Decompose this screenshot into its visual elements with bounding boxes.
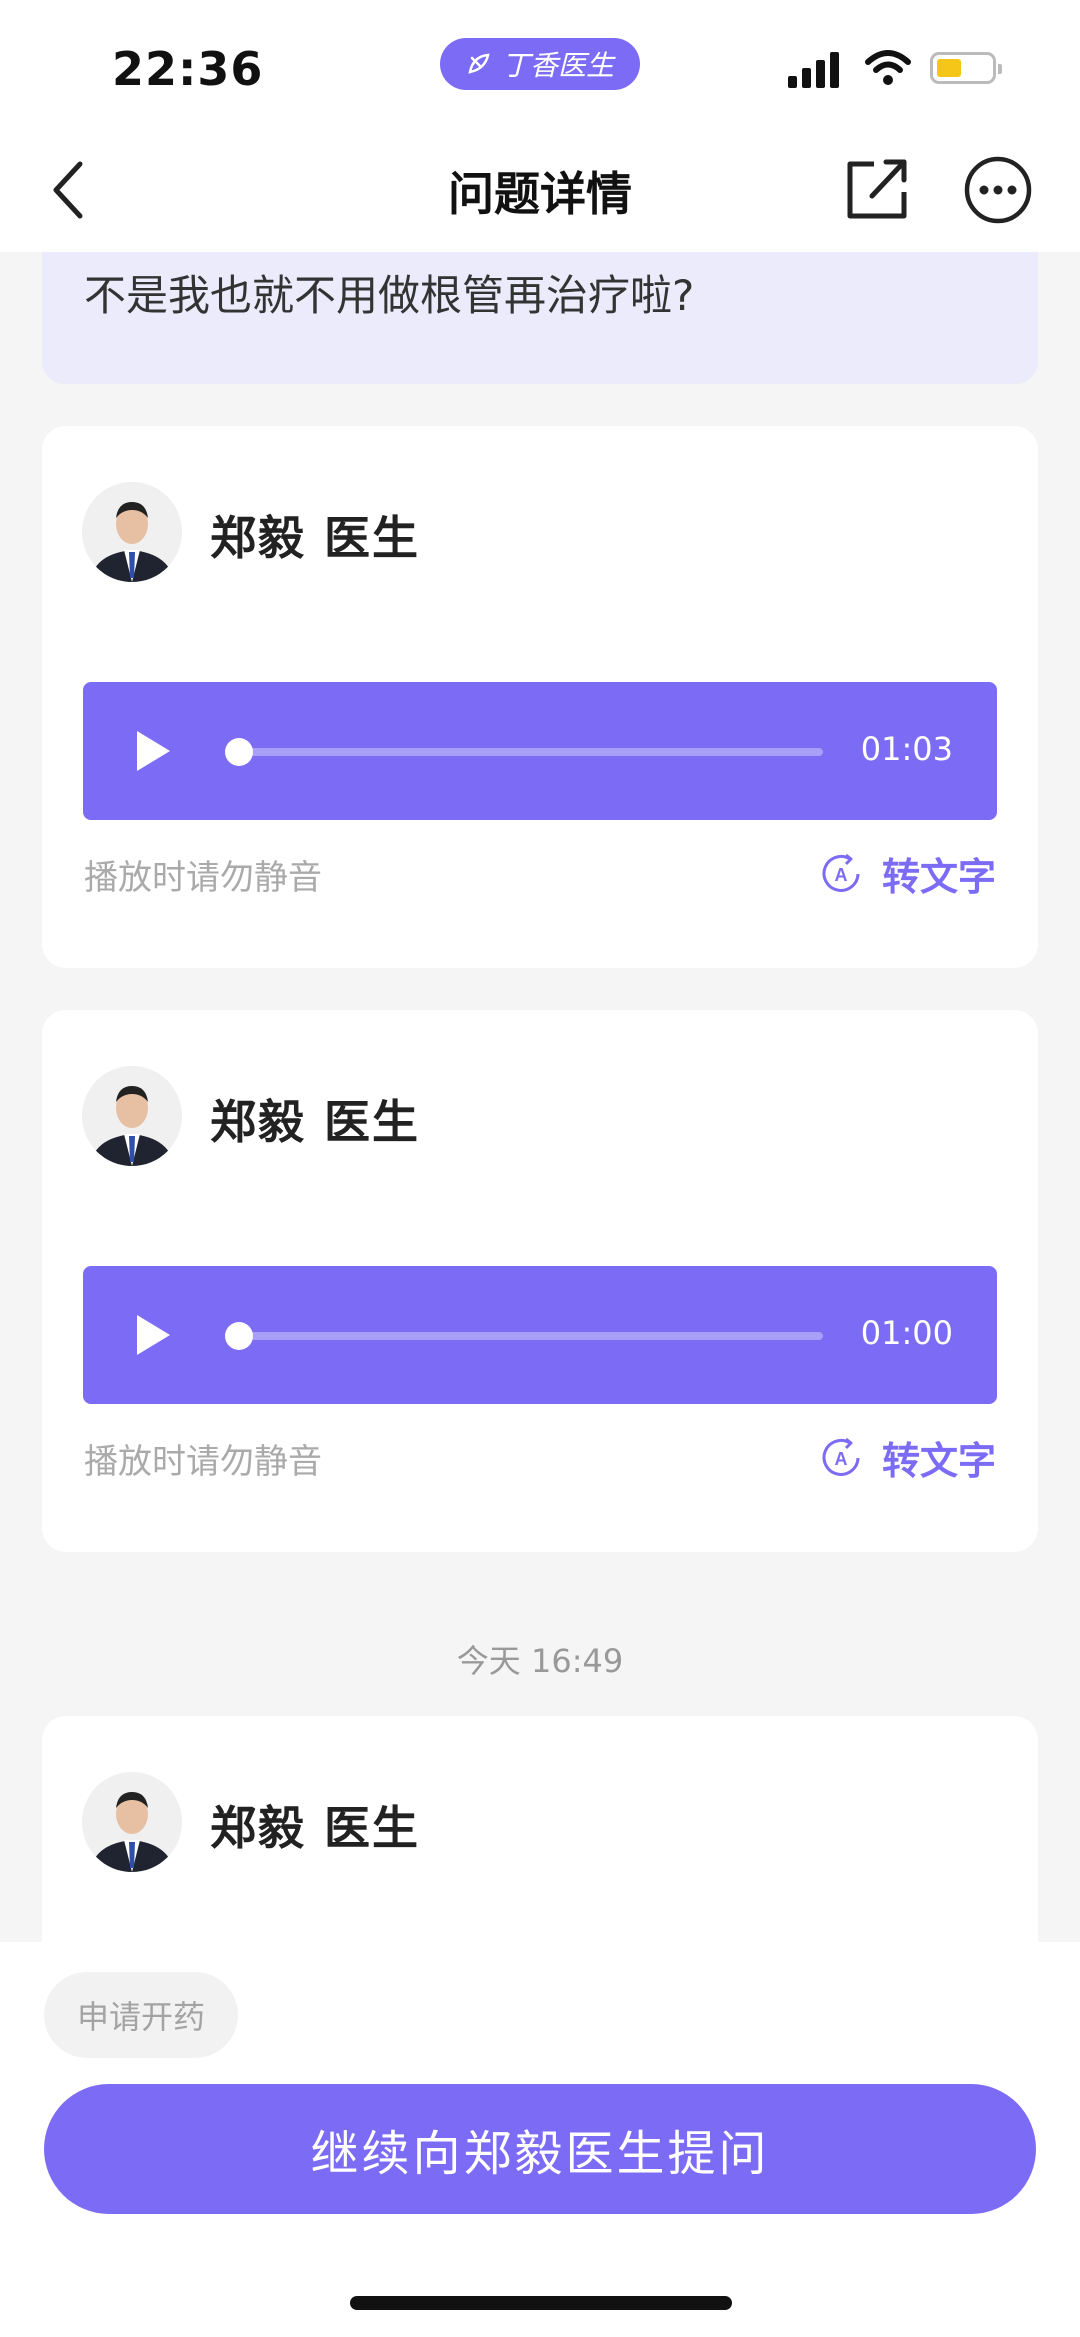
app-pill[interactable]: 丁香医生	[440, 38, 640, 90]
share-icon[interactable]	[842, 154, 914, 226]
ask-doctor-button[interactable]: 继续向郑毅医生提问	[44, 2084, 1036, 2214]
doctor-avatar-image	[82, 482, 182, 582]
bottom-action-bar: 申请开药 继续向郑毅医生提问	[0, 1942, 1080, 2337]
audio-progress-handle[interactable]	[225, 738, 253, 766]
status-bar: 22:36 丁香医生	[0, 0, 1080, 130]
app-pill-label: 丁香医生	[501, 49, 614, 82]
play-icon[interactable]	[133, 728, 173, 774]
nav-bar: 问题详情	[0, 130, 1080, 252]
doctor-avatar-image	[82, 1772, 182, 1872]
audio-progress-track[interactable]	[229, 1332, 823, 1340]
battery-icon	[930, 52, 1002, 84]
message-timestamp: 今天 16:49	[456, 1642, 624, 1680]
wifi-icon	[865, 50, 911, 85]
transcribe-icon: A	[822, 853, 860, 892]
doctor-name: 郑毅 医生	[210, 1801, 421, 1855]
transcribe-button[interactable]: A 转文字	[820, 846, 996, 901]
signal-icon	[788, 52, 839, 88]
page-title: 问题详情	[448, 167, 632, 221]
doctor-avatar[interactable]	[82, 1066, 182, 1166]
leaf-icon	[468, 53, 490, 74]
play-icon[interactable]	[133, 1312, 173, 1358]
audio-progress-track[interactable]	[229, 748, 823, 756]
doctor-avatar[interactable]	[82, 1772, 182, 1872]
doctor-name: 郑毅 医生	[210, 1095, 421, 1149]
svg-text:A: A	[834, 865, 847, 885]
voice-message-card: 郑毅 医生 01:03 播放时请勿静音 A 转文字	[42, 426, 1038, 968]
doctor-avatar-image	[82, 1066, 182, 1166]
audio-progress-handle[interactable]	[225, 1322, 253, 1350]
audio-duration: 01:03	[860, 730, 953, 768]
doctor-avatar[interactable]	[82, 482, 182, 582]
transcribe-icon: A	[822, 1437, 860, 1476]
transcribe-label: 转文字	[881, 1439, 996, 1483]
audio-player[interactable]: 01:03	[83, 682, 997, 820]
more-icon[interactable]	[962, 154, 1034, 226]
audio-duration: 01:00	[860, 1314, 953, 1352]
message-card: 郑毅 医生	[42, 1716, 1038, 1976]
mute-hint: 播放时请勿静音	[84, 858, 322, 898]
home-indicator[interactable]	[350, 2296, 732, 2310]
status-time: 22:36	[112, 42, 264, 96]
doctor-name: 郑毅 医生	[210, 511, 421, 565]
request-prescription-button[interactable]: 申请开药	[44, 1972, 238, 2058]
svg-text:A: A	[834, 1449, 847, 1469]
transcribe-label: 转文字	[881, 855, 996, 899]
mute-hint: 播放时请勿静音	[84, 1442, 322, 1482]
audio-player[interactable]: 01:00	[83, 1266, 997, 1404]
question-text: 不是我也就不用做根管再治疗啦?	[84, 271, 695, 320]
transcribe-button[interactable]: A 转文字	[820, 1430, 996, 1485]
voice-message-card: 郑毅 医生 01:00 播放时请勿静音 A 转文字	[42, 1010, 1038, 1552]
